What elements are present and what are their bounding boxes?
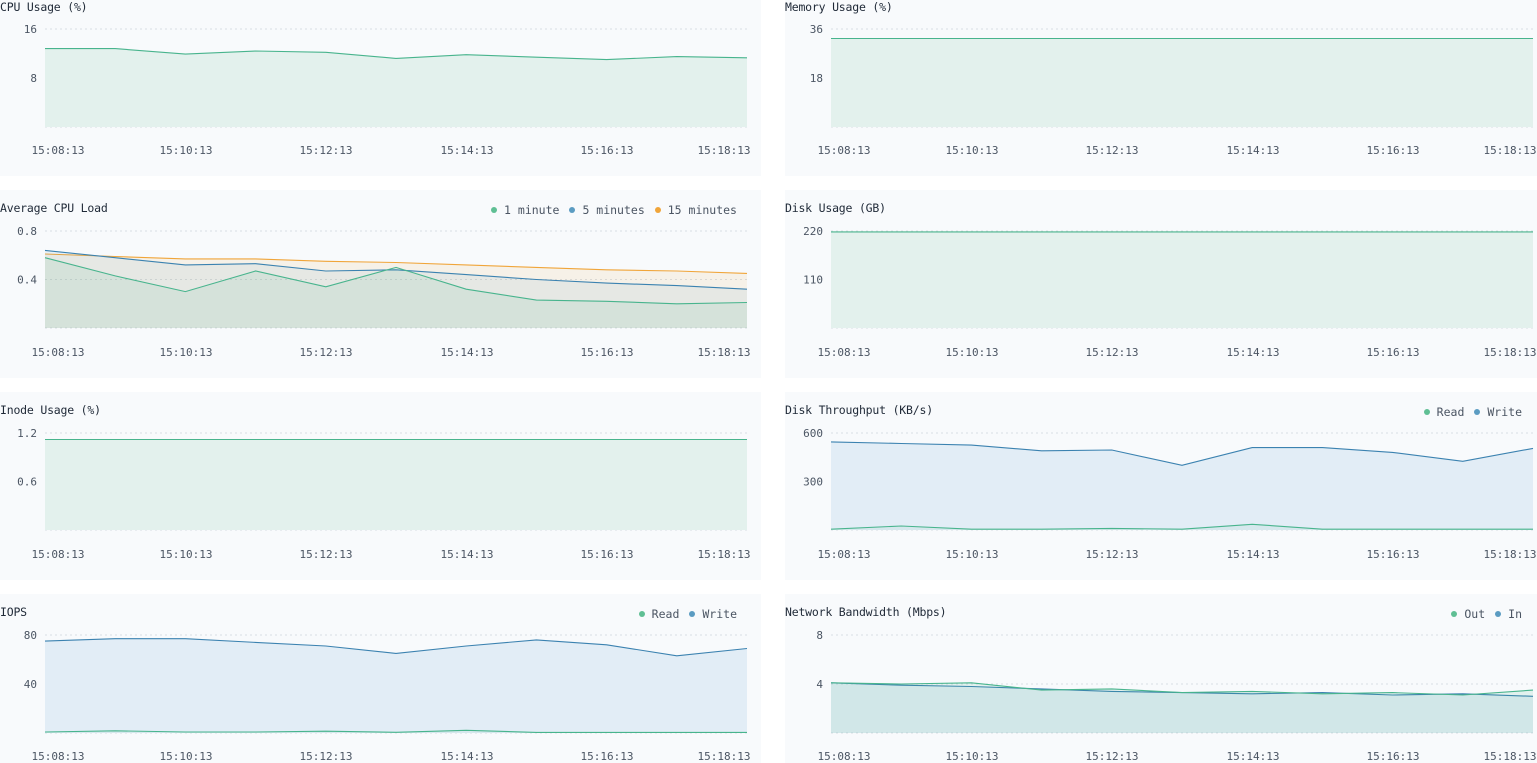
x-tick-label: 15:10:13 bbox=[160, 346, 213, 359]
legend-item-write: Write bbox=[1474, 405, 1522, 419]
y-tick-label: 4 bbox=[816, 678, 823, 691]
x-tick-label: 15:08:13 bbox=[32, 346, 85, 359]
legend-label: Write bbox=[1487, 405, 1522, 419]
legend-item-write: Write bbox=[689, 607, 737, 621]
x-tick-label: 15:12:13 bbox=[300, 346, 353, 359]
x-tick-label: 15:10:13 bbox=[160, 750, 213, 763]
y-tick-label: 8 bbox=[816, 629, 823, 642]
legend-item-in: In bbox=[1495, 607, 1522, 621]
x-tick-label: 15:08:13 bbox=[818, 346, 871, 359]
iops-panel: IOPS Read Write 80 40 15:08:13 15:10:13 15:1… bbox=[0, 594, 761, 763]
x-tick-label: 15:12:13 bbox=[1086, 346, 1139, 359]
legend-swatch bbox=[689, 611, 696, 617]
x-tick-label: 15:18:13 bbox=[698, 346, 751, 359]
series-area bbox=[45, 439, 747, 530]
legend-label: Write bbox=[702, 607, 737, 621]
x-tick-label: 15:16:13 bbox=[581, 346, 634, 359]
x-tick-label: 15:14:13 bbox=[441, 750, 494, 763]
legend-swatch bbox=[654, 207, 661, 213]
legend-label: Out bbox=[1464, 607, 1486, 621]
x-tick-label: 15:18:13 bbox=[698, 548, 751, 561]
x-tick-label: 15:12:13 bbox=[300, 750, 353, 763]
cpu-load-legend: 1 minute 5 minutes 15 minutes bbox=[491, 203, 737, 217]
legend-item-15-minutes: 15 minutes bbox=[654, 203, 737, 217]
x-tick-label: 15:14:13 bbox=[441, 346, 494, 359]
series-area bbox=[831, 682, 1533, 733]
x-tick-label: 15:08:13 bbox=[32, 750, 85, 763]
y-tick-label: 40 bbox=[24, 678, 37, 691]
legend-label: 15 minutes bbox=[667, 203, 737, 217]
disk-throughput-panel: Disk Throughput (KB/s) Read Write 600 300… bbox=[785, 392, 1537, 580]
legend-swatch bbox=[1423, 409, 1430, 415]
iops-legend: Read Write bbox=[638, 607, 737, 621]
y-tick-label: 80 bbox=[24, 629, 37, 642]
y-tick-label: 1.2 bbox=[17, 427, 37, 440]
x-tick-label: 15:08:13 bbox=[818, 548, 871, 561]
legend-swatch bbox=[491, 207, 498, 213]
y-tick-label: 0.6 bbox=[17, 476, 37, 489]
x-tick-label: 15:18:13 bbox=[1484, 750, 1537, 763]
legend-swatch bbox=[1474, 409, 1481, 415]
series-area bbox=[831, 231, 1533, 328]
x-tick-label: 15:16:13 bbox=[581, 750, 634, 763]
x-tick-label: 15:08:13 bbox=[32, 548, 85, 561]
x-tick-label: 15:12:13 bbox=[1086, 750, 1139, 763]
x-tick-label: 15:10:13 bbox=[946, 750, 999, 763]
y-tick-label: 110 bbox=[803, 274, 823, 287]
legend-item-5-minutes: 5 minutes bbox=[569, 203, 645, 217]
x-tick-label: 15:16:13 bbox=[1367, 346, 1420, 359]
x-tick-label: 15:16:13 bbox=[1367, 548, 1420, 561]
legend-label: In bbox=[1508, 607, 1522, 621]
legend-item-1-minute: 1 minute bbox=[491, 203, 559, 217]
x-tick-label: 15:16:13 bbox=[1367, 750, 1420, 763]
y-tick-label: 0.8 bbox=[17, 225, 37, 238]
x-tick-label: 15:12:13 bbox=[300, 548, 353, 561]
cpu-load-panel: Average CPU Load 1 minute 5 minutes 15 m… bbox=[0, 190, 761, 378]
legend-label: 5 minutes bbox=[582, 203, 645, 217]
network-bandwidth-legend: Out In bbox=[1451, 607, 1522, 621]
x-tick-label: 15:18:13 bbox=[1484, 346, 1537, 359]
iops-title: IOPS bbox=[0, 605, 27, 619]
y-tick-label: 300 bbox=[803, 476, 823, 489]
disk-usage-panel: Disk Usage (GB) 220 110 15:08:13 15:10:13 15… bbox=[785, 190, 1537, 378]
legend-item-out: Out bbox=[1451, 607, 1485, 621]
legend-swatch bbox=[569, 207, 576, 213]
disk-usage-title: Disk Usage (GB) bbox=[785, 201, 886, 215]
x-tick-label: 15:10:13 bbox=[946, 548, 999, 561]
x-tick-label: 15:14:13 bbox=[1227, 548, 1280, 561]
inode-usage-panel: Inode Usage (%) 1.2 0.6 15:08:13 15:10:13 15… bbox=[0, 392, 761, 580]
series-area bbox=[831, 441, 1533, 530]
network-bandwidth-panel: Network Bandwidth (Mbps) Out In 8 4 15:08:… bbox=[785, 594, 1537, 763]
x-tick-label: 15:16:13 bbox=[581, 548, 634, 561]
x-tick-label: 15:14:13 bbox=[441, 548, 494, 561]
disk-throughput-title: Disk Throughput (KB/s) bbox=[785, 403, 933, 417]
y-tick-label: 600 bbox=[803, 427, 823, 440]
x-tick-label: 15:12:13 bbox=[1086, 548, 1139, 561]
y-tick-label: 0.4 bbox=[17, 274, 37, 287]
network-bandwidth-title: Network Bandwidth (Mbps) bbox=[785, 605, 947, 619]
x-tick-label: 15:08:13 bbox=[818, 750, 871, 763]
x-tick-label: 15:14:13 bbox=[1227, 346, 1280, 359]
x-tick-label: 15:10:13 bbox=[946, 346, 999, 359]
disk-throughput-legend: Read Write bbox=[1423, 405, 1522, 419]
series-area bbox=[45, 638, 747, 733]
iops-chart: 80 40 15:08:13 15:10:13 15:12:13 15:14:13 15:1… bbox=[24, 629, 751, 763]
x-tick-label: 15:10:13 bbox=[160, 548, 213, 561]
legend-swatch bbox=[1451, 611, 1458, 617]
x-tick-label: 15:18:13 bbox=[1484, 548, 1537, 561]
legend-item-read: Read bbox=[638, 607, 680, 621]
inode-usage-title: Inode Usage (%) bbox=[0, 403, 101, 417]
network-bandwidth-chart: 8 4 15:08:13 15:10:13 15:12:13 15:14:13 15:16:… bbox=[816, 629, 1536, 763]
legend-item-read: Read bbox=[1423, 405, 1465, 419]
x-tick-label: 15:18:13 bbox=[698, 750, 751, 763]
legend-swatch bbox=[638, 611, 645, 617]
legend-label: Read bbox=[1436, 405, 1465, 419]
x-tick-label: 15:14:13 bbox=[1227, 750, 1280, 763]
legend-label: Read bbox=[651, 607, 680, 621]
cpu-load-title: Average CPU Load bbox=[0, 201, 108, 215]
legend-label: 1 minute bbox=[504, 203, 560, 217]
legend-swatch bbox=[1495, 611, 1502, 617]
y-tick-label: 220 bbox=[803, 225, 823, 238]
